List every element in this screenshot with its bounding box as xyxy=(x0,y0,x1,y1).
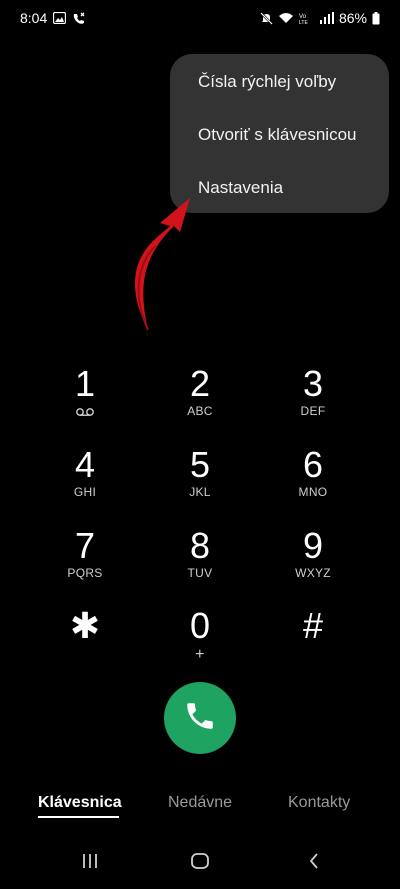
key-letters: MNO xyxy=(298,485,328,499)
key-letters: GHI xyxy=(73,485,97,499)
key-letters: PQRS xyxy=(67,566,103,580)
key-letters: JKL xyxy=(189,485,211,499)
wifi-icon xyxy=(278,12,294,24)
key-digit: # xyxy=(302,605,324,646)
menu-item-open-with-keypad[interactable]: Otvoriť s klávesnicou xyxy=(198,125,357,145)
key-6[interactable]: 6 MNO xyxy=(258,445,368,515)
key-digit: 8 xyxy=(189,525,211,566)
key-2[interactable]: 2 ABC xyxy=(145,364,255,434)
key-digit: 4 xyxy=(74,444,96,485)
gallery-icon xyxy=(53,12,67,24)
key-4[interactable]: 4 GHI xyxy=(30,445,140,515)
navigation-bar xyxy=(0,846,400,876)
tab-keypad[interactable]: Klávesnica xyxy=(38,794,122,812)
battery-percent: 86% xyxy=(338,10,367,26)
battery-icon xyxy=(372,11,380,25)
key-digit: 3 xyxy=(302,363,324,404)
key-digit: 2 xyxy=(189,363,211,404)
key-letters: TUV xyxy=(187,566,213,580)
volte-icon: Vo LTE xyxy=(299,12,315,24)
mute-icon xyxy=(260,11,273,25)
key-letters: WXYZ xyxy=(295,566,331,580)
key-letters: + xyxy=(195,646,205,663)
menu-item-settings[interactable]: Nastavenia xyxy=(198,178,283,198)
menu-item-speed-dial[interactable]: Čísla rýchlej voľby xyxy=(198,72,336,92)
key-digit: 1 xyxy=(74,363,96,404)
back-icon[interactable] xyxy=(294,846,334,876)
key-hash[interactable]: # xyxy=(258,606,368,676)
key-digit: 6 xyxy=(302,444,324,485)
phone-icon xyxy=(183,699,217,738)
key-letters: DEF xyxy=(300,404,326,418)
status-bar: 8:04 Vo LTE 86% xyxy=(0,0,400,36)
tab-recents[interactable]: Nedávne xyxy=(168,794,232,812)
key-9[interactable]: 9 WXYZ xyxy=(258,526,368,596)
key-5[interactable]: 5 JKL xyxy=(145,445,255,515)
key-0[interactable]: 0 + xyxy=(145,606,255,676)
annotation-arrow-icon xyxy=(100,190,200,340)
active-tab-indicator xyxy=(38,816,119,818)
key-7[interactable]: 7 PQRS xyxy=(30,526,140,596)
status-left: 8:04 xyxy=(20,10,86,26)
home-icon[interactable] xyxy=(180,846,220,876)
tab-contacts[interactable]: Kontakty xyxy=(288,794,350,812)
recents-icon[interactable] xyxy=(70,846,110,876)
key-digit: 7 xyxy=(74,525,96,566)
key-digit: 5 xyxy=(189,444,211,485)
missed-call-icon xyxy=(72,12,86,25)
key-digit: ✱ xyxy=(69,605,101,646)
overflow-menu: Čísla rýchlej voľby Otvoriť s klávesnico… xyxy=(170,54,389,213)
signal-icon xyxy=(319,12,334,24)
key-digit: 0 xyxy=(189,605,211,646)
call-button[interactable] xyxy=(164,682,236,754)
key-3[interactable]: 3 DEF xyxy=(258,364,368,434)
key-letters: ABC xyxy=(187,404,213,418)
key-1[interactable]: 1 xyxy=(30,364,140,434)
svg-text:LTE: LTE xyxy=(299,20,308,24)
key-8[interactable]: 8 TUV xyxy=(145,526,255,596)
voicemail-icon xyxy=(30,404,140,418)
key-digit: 9 xyxy=(302,525,324,566)
status-time: 8:04 xyxy=(20,10,48,26)
status-right: Vo LTE 86% xyxy=(260,10,380,26)
key-star[interactable]: ✱ xyxy=(30,606,140,676)
